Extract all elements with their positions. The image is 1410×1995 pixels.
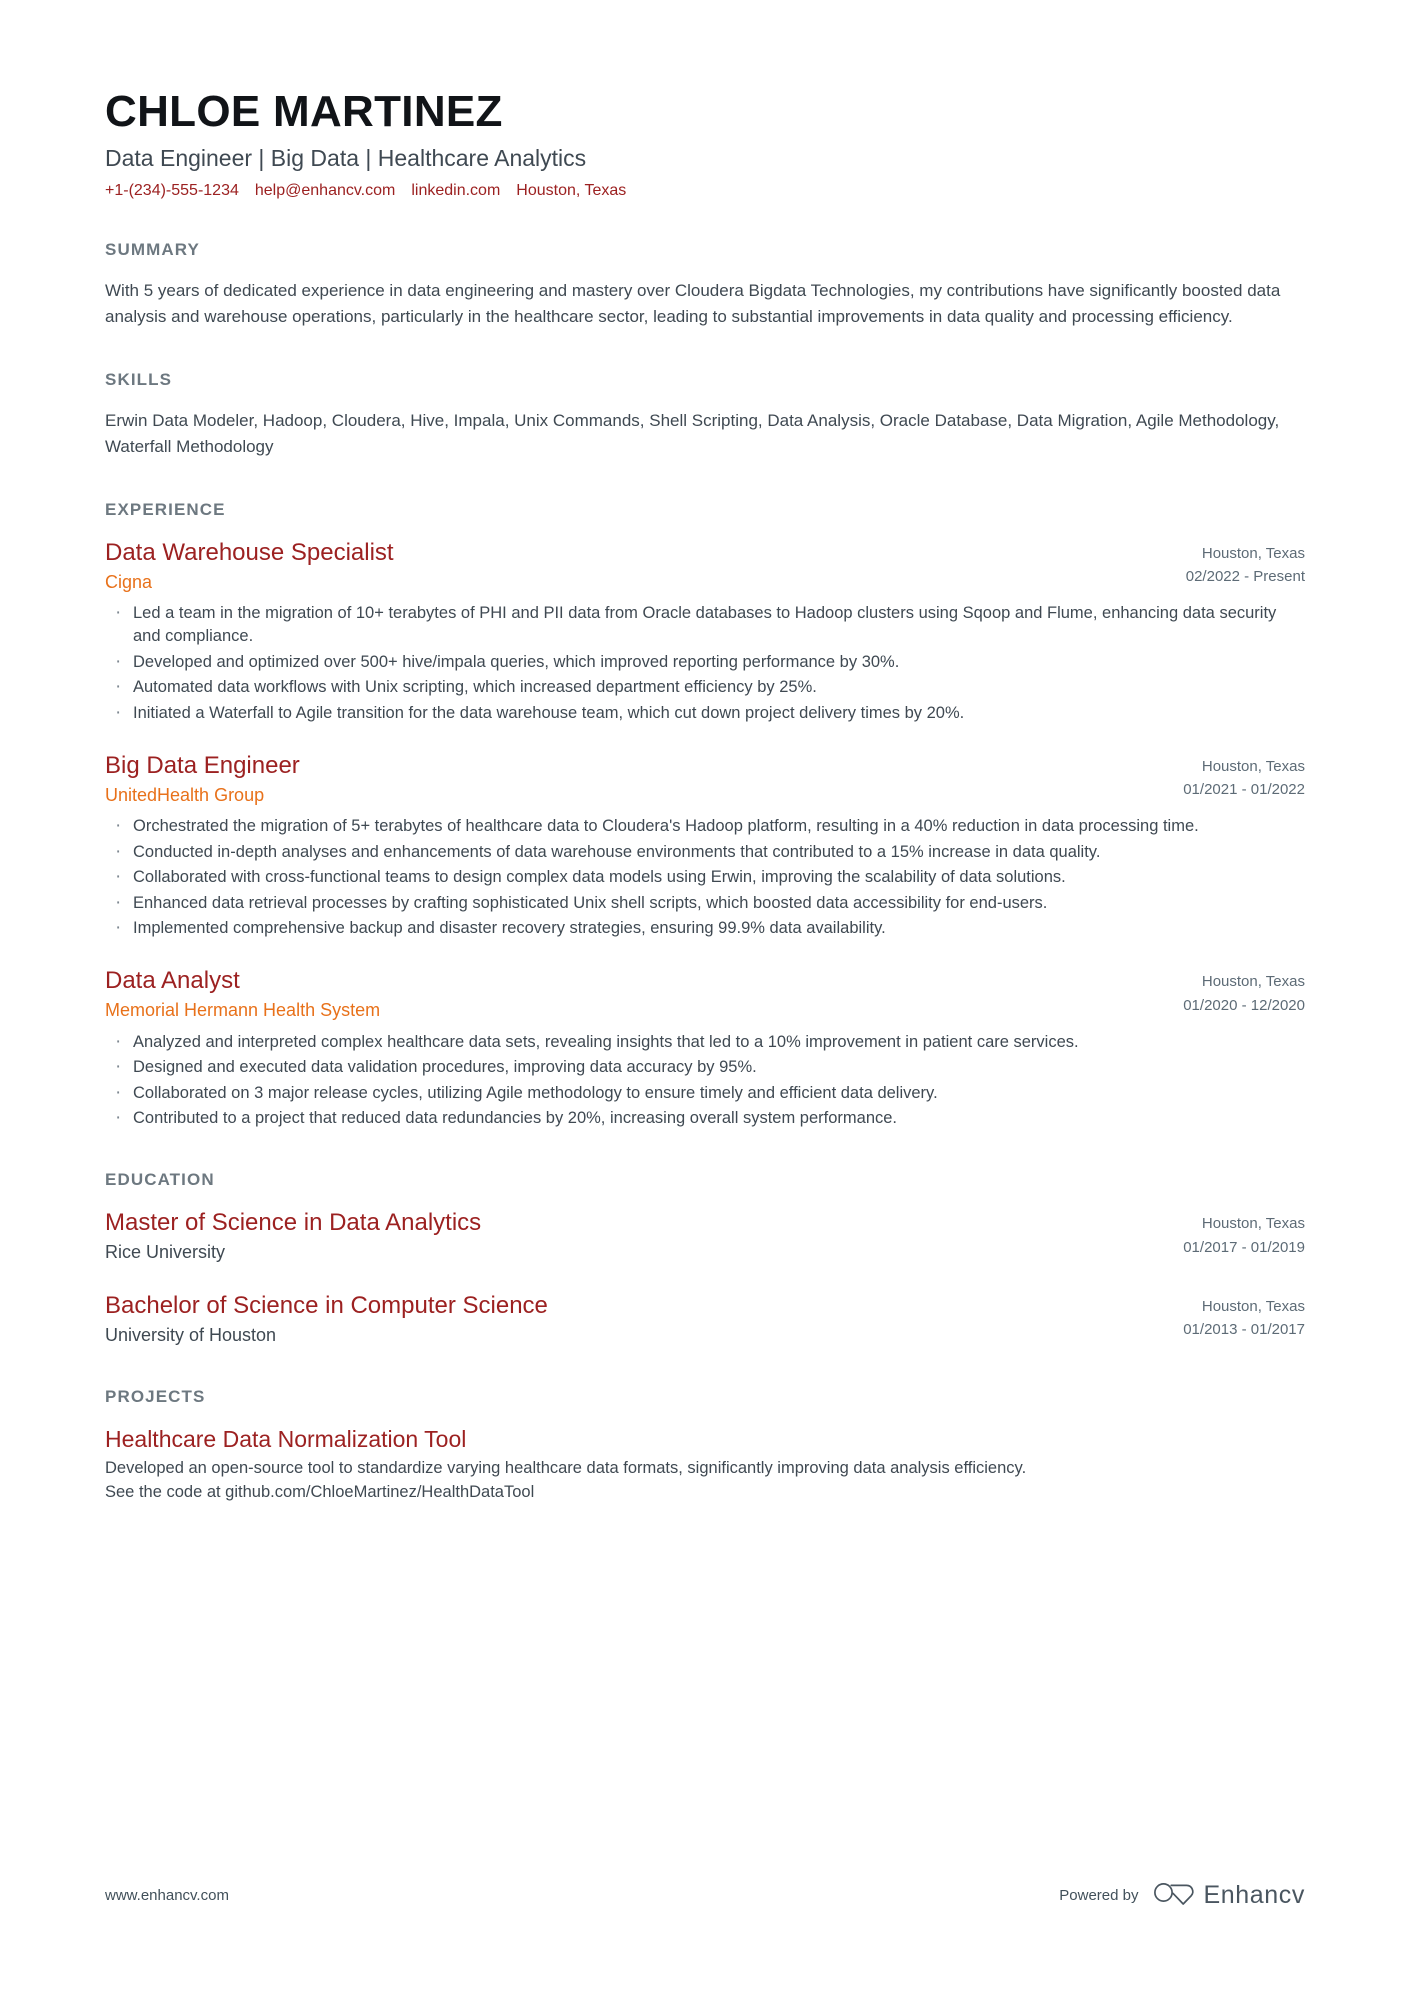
header-block: CHLOE MARTINEZ Data Engineer | Big Data … (105, 0, 1305, 200)
page-footer: www.enhancv.com Powered by Enhancv (105, 1880, 1305, 1911)
bullet-item: Conducted in-depth analyses and enhancem… (105, 839, 1305, 866)
entry: Data Warehouse Specialist Cigna Houston, T… (105, 538, 1305, 727)
footer-branding: Powered by Enhancv (1059, 1880, 1305, 1911)
contact-location[interactable]: Houston, Texas (516, 182, 626, 200)
entry-left-column: Data Warehouse Specialist Cigna (105, 538, 1186, 594)
entry-dates: 01/2013 - 01/2017 (1183, 1320, 1305, 1338)
contact-email[interactable]: help@enhancv.com (255, 182, 395, 200)
entry-left-column: Bachelor of Science in Computer Science U… (105, 1291, 1183, 1347)
bullet-item: Enhanced data retrieval processes by cra… (105, 890, 1305, 917)
entry-left-column: Big Data Engineer UnitedHealth Group (105, 751, 1183, 807)
project-description: Developed an open-source tool to standar… (105, 1458, 1027, 1477)
entry-left-column: Data Analyst Memorial Hermann Health Syst… (105, 966, 1183, 1022)
entry-dates: 01/2021 - 01/2022 (1183, 781, 1305, 799)
bullet-item: Contributed to a project that reduced da… (105, 1105, 1305, 1132)
entry-right-column: Houston, Texas 01/2021 - 01/2022 (1183, 751, 1305, 802)
summary-text: With 5 years of dedicated experience in … (105, 281, 1281, 327)
entry-organization: University of Houston (105, 1324, 277, 1345)
contact-phone[interactable]: +1-(234)-555-1234 (105, 182, 239, 200)
enhancv-logo-icon (1153, 1880, 1195, 1911)
entry-header: Big Data Engineer UnitedHealth Group Houst… (105, 751, 1305, 807)
section-skills: SKILLS Erwin Data Modeler, Hadoop, Cloud… (105, 370, 1305, 460)
enhancv-brand: Enhancv (1153, 1880, 1306, 1911)
project-entry: Healthcare Data Normalization Tool Develo… (105, 1425, 1305, 1505)
project-code-link[interactable]: See the code at github.com/ChloeMartinez… (105, 1481, 1305, 1505)
entry-bullet-list: Orchestrated the migration of 5+ terabyt… (105, 813, 1305, 942)
entry-dates: 01/2017 - 01/2019 (1183, 1238, 1305, 1256)
powered-by-label: Powered by (1059, 1887, 1139, 1904)
resume-page: CHLOE MARTINEZ Data Engineer | Big Data … (0, 0, 1410, 1995)
entry: Master of Science in Data Analytics Rice … (105, 1208, 1305, 1264)
bullet-item: Initiated a Waterfall to Agile transitio… (105, 700, 1305, 727)
section-heading-education: EDUCATION (105, 1170, 215, 1190)
entry-title: Data Warehouse Specialist (105, 538, 394, 566)
contact-linkedin[interactable]: linkedin.com (411, 182, 500, 200)
entry: Bachelor of Science in Computer Science U… (105, 1291, 1305, 1347)
entry-right-column: Houston, Texas 01/2020 - 12/2020 (1183, 966, 1305, 1017)
entry-organization: Cigna (105, 571, 153, 592)
entry-location: Houston, Texas (1201, 1297, 1305, 1315)
entry-bullet-list: Led a team in the migration of 10+ terab… (105, 600, 1305, 727)
entry-right-column: Houston, Texas 01/2017 - 01/2019 (1183, 1208, 1305, 1259)
entry-title: Master of Science in Data Analytics (105, 1209, 482, 1237)
entry-dates: 02/2022 - Present (1185, 567, 1305, 585)
section-heading-projects: PROJECTS (105, 1386, 206, 1406)
entry-organization: Memorial Hermann Health System (105, 1000, 381, 1021)
bullet-item: Developed and optimized over 500+ hive/i… (105, 649, 1305, 676)
entry-organization: Rice University (105, 1242, 226, 1263)
entry-title: Big Data Engineer (105, 751, 300, 779)
section-projects: PROJECTS Healthcare Data Normalization T… (105, 1387, 1305, 1505)
entry: Big Data Engineer UnitedHealth Group Houst… (105, 751, 1305, 942)
bullet-item: Collaborated with cross-functional teams… (105, 864, 1305, 891)
entry-dates: 01/2020 - 12/2020 (1183, 996, 1305, 1014)
projects-list: Healthcare Data Normalization Tool Develo… (105, 1425, 1305, 1505)
section-education: EDUCATION Master of Science in Data Anal… (105, 1170, 1305, 1347)
footer-website-url[interactable]: www.enhancv.com (105, 1887, 229, 1904)
section-summary: SUMMARY With 5 years of dedicated experi… (105, 240, 1305, 330)
bullet-item: Implemented comprehensive backup and dis… (105, 915, 1305, 942)
section-heading-experience: EXPERIENCE (105, 499, 226, 519)
entry-right-column: Houston, Texas 02/2022 - Present (1186, 538, 1305, 589)
section-experience: EXPERIENCE Data Warehouse Specialist Cign… (105, 499, 1305, 1133)
entry-organization: UnitedHealth Group (105, 784, 265, 805)
entry-location: Houston, Texas (1201, 973, 1305, 991)
section-heading-skills: SKILLS (105, 369, 173, 389)
skills-text: Erwin Data Modeler, Hadoop, Cloudera, Hi… (105, 410, 1280, 456)
entry-title: Data Analyst (105, 967, 240, 995)
page-title: CHLOE MARTINEZ (105, 87, 503, 136)
resume-content: CHLOE MARTINEZ Data Engineer | Big Data … (105, 0, 1305, 1505)
project-title: Healthcare Data Normalization Tool (105, 1425, 467, 1452)
bullet-item: Collaborated on 3 major release cycles, … (105, 1079, 1305, 1106)
entry-bullet-list: Analyzed and interpreted complex healthc… (105, 1029, 1305, 1133)
bullet-item: Designed and executed data validation pr… (105, 1054, 1305, 1081)
entry-header: Data Analyst Memorial Hermann Health Syst… (105, 966, 1305, 1022)
entry-header: Master of Science in Data Analytics Rice … (105, 1208, 1305, 1264)
bullet-item: Led a team in the migration of 10+ terab… (105, 600, 1305, 649)
entry-right-column: Houston, Texas 01/2013 - 01/2017 (1183, 1291, 1305, 1342)
entry-left-column: Master of Science in Data Analytics Rice … (105, 1208, 1183, 1264)
entry-location: Houston, Texas (1201, 544, 1305, 562)
entry-title: Bachelor of Science in Computer Science (105, 1291, 548, 1319)
experience-list: Data Warehouse Specialist Cigna Houston, T… (105, 538, 1305, 1133)
education-list: Master of Science in Data Analytics Rice … (105, 1208, 1305, 1347)
bullet-item: Analyzed and interpreted complex healthc… (105, 1029, 1305, 1056)
entry-header: Data Warehouse Specialist Cigna Houston, T… (105, 538, 1305, 594)
entry-header: Bachelor of Science in Computer Science U… (105, 1291, 1305, 1347)
entry: Data Analyst Memorial Hermann Health Syst… (105, 966, 1305, 1133)
section-heading-summary: SUMMARY (105, 240, 200, 260)
bullet-item: Automated data workflows with Unix scrip… (105, 674, 1305, 701)
bullet-item: Orchestrated the migration of 5+ terabyt… (105, 813, 1305, 840)
professional-headline: Data Engineer | Big Data | Healthcare An… (105, 144, 587, 171)
contact-line: +1-(234)-555-1234 help@enhancv.com linkedi… (105, 182, 1305, 200)
entry-location: Houston, Texas (1201, 757, 1305, 775)
entry-location: Houston, Texas (1201, 1215, 1305, 1233)
enhancv-brand-name: Enhancv (1203, 1881, 1305, 1909)
